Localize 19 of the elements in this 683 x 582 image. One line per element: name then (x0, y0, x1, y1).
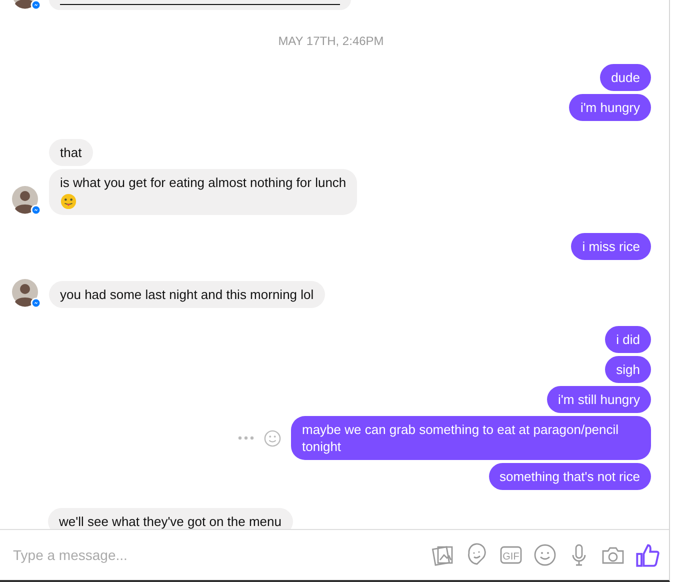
more-icon[interactable] (238, 436, 254, 440)
message-bubble: that (49, 139, 93, 166)
message-bubble: dude (600, 64, 651, 91)
message-bubble: something that's not rice (488, 463, 651, 490)
message-bubble: i did (605, 326, 651, 353)
timestamp: MAY 17TH, 2:46PM (277, 34, 385, 48)
message-bubble: i miss rice (571, 233, 651, 260)
message-bubble: sigh (605, 356, 651, 383)
message-bubble: we'll see what they've got on the menu (48, 508, 292, 529)
sticker-icon[interactable] (465, 543, 489, 567)
message-bubble: maybe we can grab something to eat at paragon/pencil tonight (291, 416, 651, 460)
photos-icon[interactable] (431, 543, 455, 567)
emoji-icon[interactable] (533, 543, 557, 567)
message-bubble: you had some last night and this morning lol (49, 281, 325, 308)
smiley-icon[interactable] (264, 430, 281, 446)
message-bubble: i'm still hungry (547, 386, 651, 413)
thumbs-up-icon[interactable] (635, 542, 661, 568)
message-bubble: i'm hungry (569, 94, 651, 121)
message-bubble: is what you get for eating almost nothing for lunch (49, 169, 358, 215)
